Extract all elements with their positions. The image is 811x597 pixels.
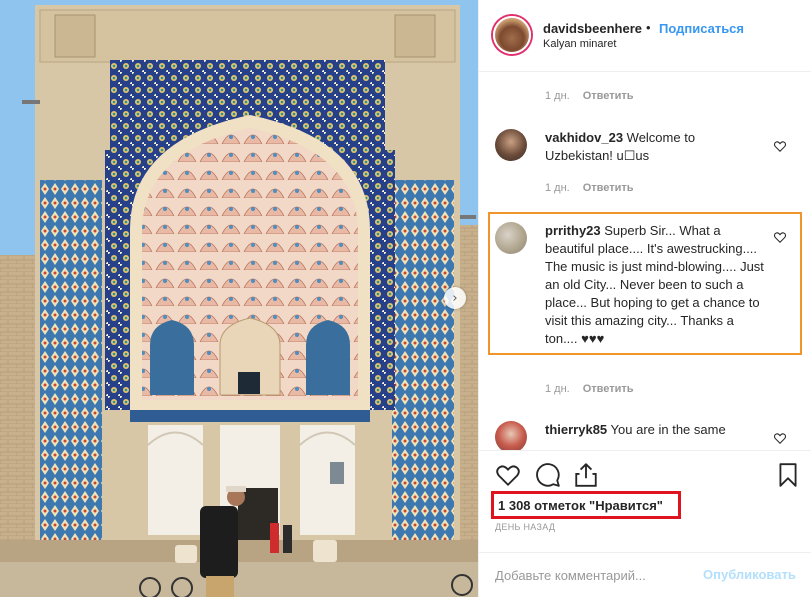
next-photo-button[interactable]: ›	[444, 287, 466, 309]
heart-icon[interactable]	[495, 462, 521, 488]
post-location[interactable]: Kalyan minaret	[543, 38, 616, 50]
heart-icon[interactable]	[773, 230, 787, 244]
comment-meta: 1 дн. Ответить	[545, 383, 634, 395]
comment-text: prrithy23 Superb Sir... What a beautiful…	[545, 222, 765, 348]
likes-count[interactable]: 1 308 отметок "Нравится"	[498, 498, 663, 513]
bookmark-icon[interactable]	[775, 462, 801, 488]
commenter-avatar[interactable]	[495, 421, 527, 450]
post-photo[interactable]: ›	[0, 0, 478, 597]
heart-icon[interactable]	[773, 431, 787, 445]
follow-button[interactable]: Подписаться	[659, 21, 744, 36]
comment-username[interactable]: prrithy23	[545, 223, 601, 238]
post-side-panel: davidsbeenhere • Подписаться Kalyan mina…	[478, 0, 811, 597]
comment-meta: 1 дн. Ответить	[545, 182, 634, 194]
post-date[interactable]: ДЕНЬ НАЗАД	[495, 522, 555, 532]
comment-username[interactable]: thierryk85	[545, 422, 607, 437]
commenter-avatar[interactable]	[495, 222, 527, 254]
likes-count-highlight[interactable]: 1 308 отметок "Нравится"	[491, 491, 681, 519]
share-icon[interactable]	[573, 462, 599, 488]
chevron-right-icon: ›	[452, 290, 458, 306]
author-avatar[interactable]	[493, 16, 531, 54]
header-separator: •	[646, 20, 651, 35]
comment-text: thierryk85 You are in the same	[545, 421, 765, 439]
comment-body: You are in the same	[607, 422, 726, 437]
post-header: davidsbeenhere • Подписаться Kalyan mina…	[479, 0, 811, 72]
madrasa-facade-image	[0, 0, 478, 597]
add-comment-bar: Опубликовать	[479, 552, 811, 597]
comment-input[interactable]	[495, 565, 695, 585]
comment-meta: 1 дн. Ответить	[545, 90, 634, 102]
heart-icon[interactable]	[773, 139, 787, 153]
comment-username[interactable]: vakhidov_23	[545, 130, 623, 145]
comment-age: 1 дн.	[545, 90, 570, 102]
reply-button[interactable]: Ответить	[583, 182, 634, 194]
comment-text: vakhidov_23 Welcome to Uzbekistan! u☐us	[545, 129, 765, 165]
publish-button[interactable]: Опубликовать	[703, 567, 796, 582]
author-username[interactable]: davidsbeenhere	[543, 21, 642, 36]
comment-icon[interactable]	[535, 462, 561, 488]
comment-body: Superb Sir... What a beautiful place....…	[545, 223, 764, 346]
reply-button[interactable]: Ответить	[583, 90, 634, 102]
comment-age: 1 дн.	[545, 182, 570, 194]
comments-list[interactable]: 1 дн. Ответить vakhidov_23 Welcome to Uzb…	[479, 73, 811, 450]
reply-button[interactable]: Ответить	[583, 383, 634, 395]
commenter-avatar[interactable]	[495, 129, 527, 161]
comment-age: 1 дн.	[545, 383, 570, 395]
